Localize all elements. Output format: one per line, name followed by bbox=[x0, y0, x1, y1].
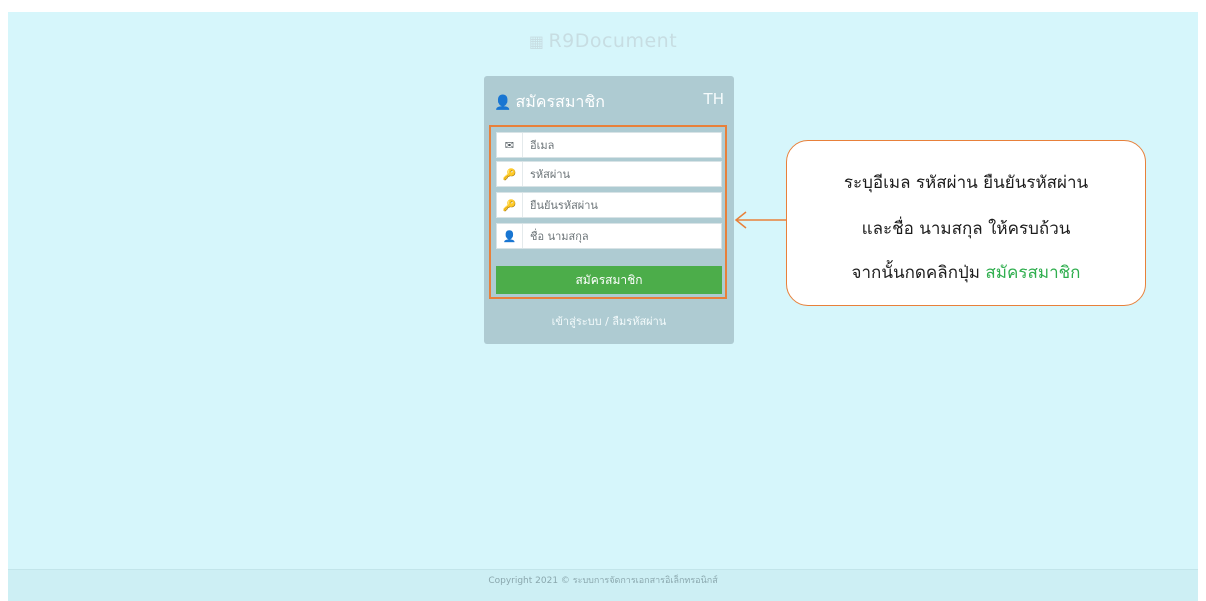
callout-register-highlight: สมัครสมาชิก bbox=[985, 263, 1081, 283]
page-background: ▦R9Document 👤สมัครสมาชิก TH ✉ 🔑 🔑 👤 สมัค… bbox=[8, 12, 1198, 600]
full-name-field: 👤 bbox=[496, 223, 722, 249]
footer: Copyright 2021 © ระบบการจัดการเอกสารอิเล… bbox=[8, 569, 1198, 601]
email-input[interactable] bbox=[524, 133, 718, 157]
envelope-icon: ✉ bbox=[497, 133, 523, 157]
callout-line-1: ระบุอีเมล รหัสผ่าน ยืนยันรหัสผ่าน bbox=[843, 173, 1089, 193]
card-title: สมัครสมาชิก bbox=[515, 92, 605, 111]
confirm-password-input[interactable] bbox=[524, 193, 718, 217]
language-toggle[interactable]: TH bbox=[704, 90, 724, 108]
books-icon: ▦ bbox=[528, 32, 545, 51]
register-card: 👤สมัครสมาชิก TH ✉ 🔑 🔑 👤 สมัครสมาชิก เข้า… bbox=[484, 76, 734, 344]
password-input[interactable] bbox=[524, 162, 718, 186]
card-header: 👤 สมัครสมาชิก TH bbox=[494, 90, 724, 112]
email-field: ✉ bbox=[496, 132, 722, 158]
callout-line-2: และชื่อ นามสกุล ให้ครบถ้วน bbox=[861, 219, 1071, 239]
key-icon: 🔑 bbox=[497, 193, 523, 217]
brand-logo[interactable]: ▦ R9Document bbox=[8, 30, 1198, 52]
password-field: 🔑 bbox=[496, 161, 722, 187]
callout-line-3-prefix: จากนั้นกดคลิกปุ่ม bbox=[851, 263, 986, 283]
login-forgot-link[interactable]: เข้าสู่ระบบ / ลืมรหัสผ่าน bbox=[484, 312, 734, 330]
user-icon: 👤 bbox=[497, 224, 523, 248]
copyright-text: Copyright 2021 © ระบบการจัดการเอกสารอิเล… bbox=[488, 576, 718, 586]
full-name-input[interactable] bbox=[524, 224, 718, 248]
key-icon: 🔑 bbox=[497, 162, 523, 186]
confirm-password-field: 🔑 bbox=[496, 192, 722, 218]
callout-line-3: จากนั้นกดคลิกปุ่ม สมัครสมาชิก bbox=[787, 259, 1145, 286]
register-button[interactable]: สมัครสมาชิก bbox=[496, 266, 722, 294]
callout-arrow bbox=[734, 211, 788, 229]
brand-name: R9Document bbox=[548, 30, 678, 52]
user-add-icon: 👤 bbox=[494, 95, 512, 111]
instruction-callout: ระบุอีเมล รหัสผ่าน ยืนยันรหัสผ่าน และชื่… bbox=[786, 140, 1146, 306]
